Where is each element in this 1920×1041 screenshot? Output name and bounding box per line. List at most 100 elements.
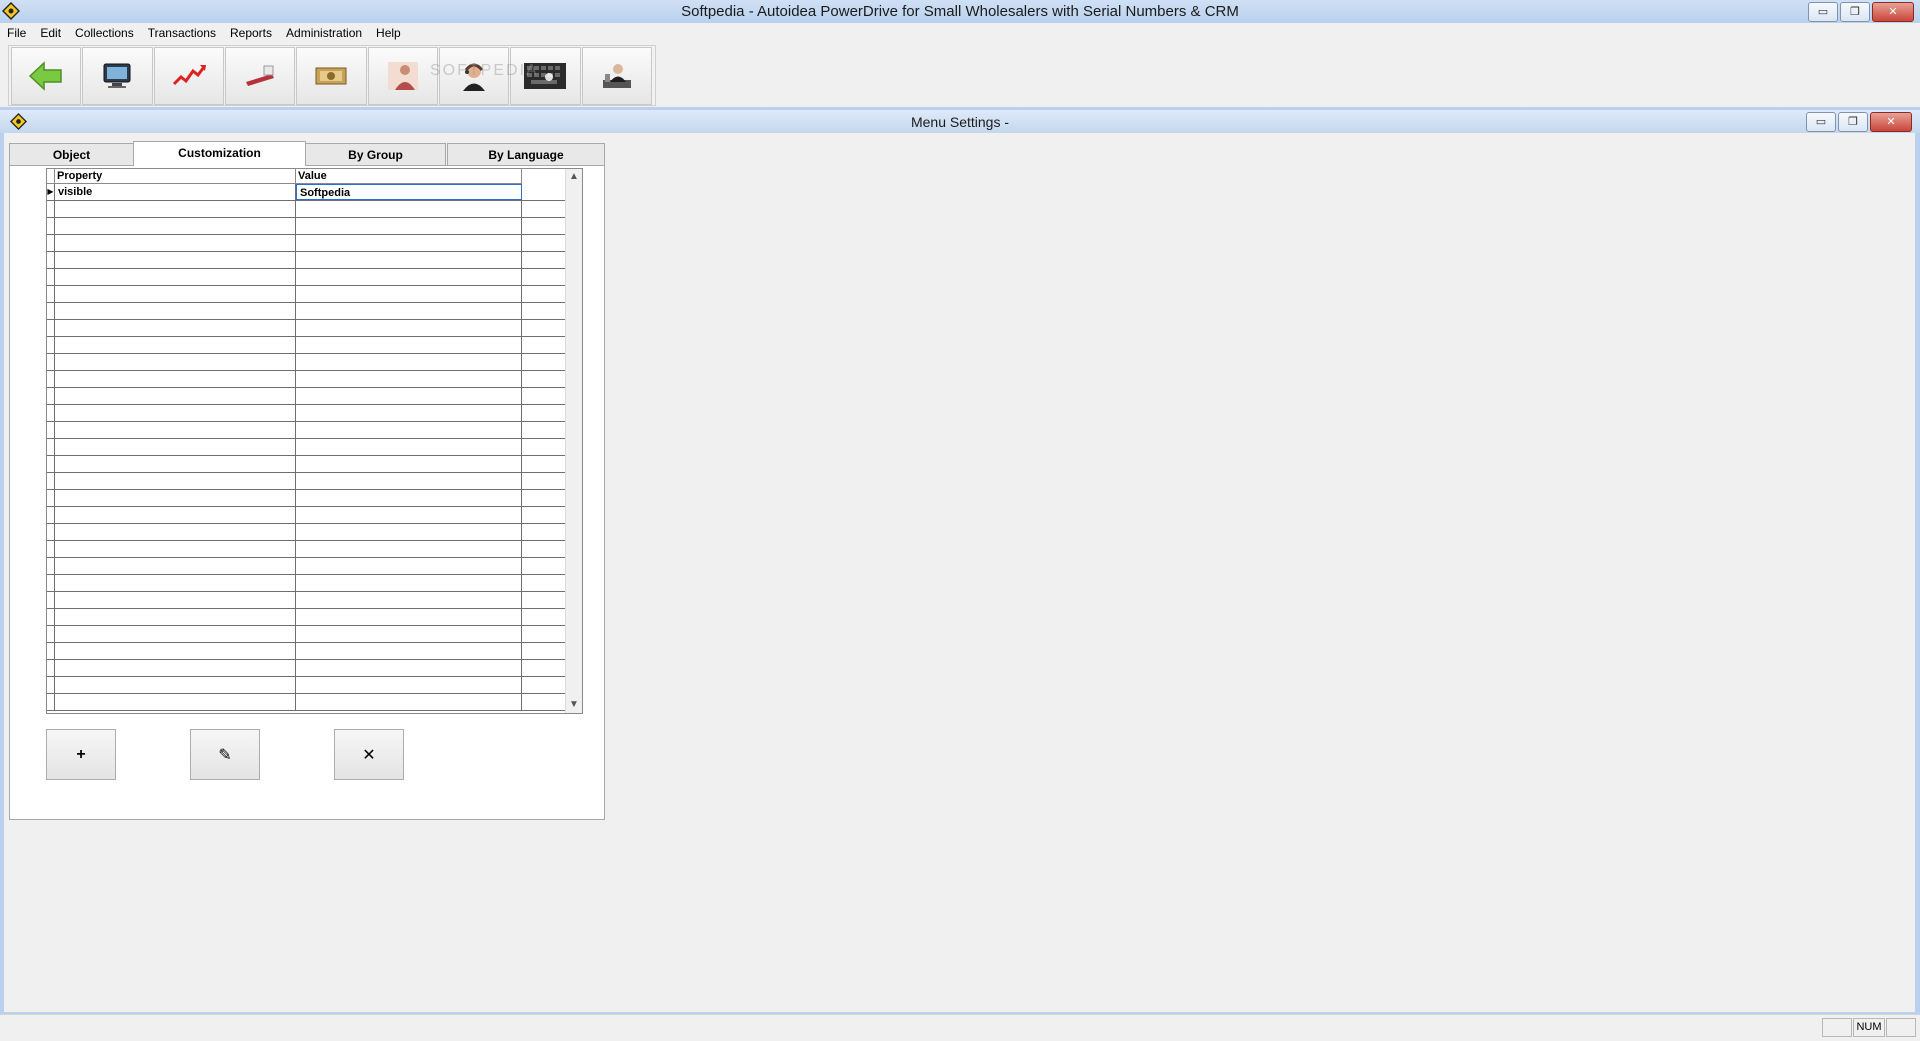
table-row[interactable] xyxy=(47,286,567,303)
cell-extra[interactable] xyxy=(522,524,567,540)
cell-property[interactable] xyxy=(55,303,296,319)
cell-value[interactable] xyxy=(296,609,522,625)
cell-extra[interactable] xyxy=(522,422,567,438)
cell-property[interactable] xyxy=(55,507,296,523)
cell-extra[interactable] xyxy=(522,456,567,472)
table-row[interactable] xyxy=(47,575,567,592)
close-button[interactable]: ✕ xyxy=(1872,2,1914,22)
menu-edit[interactable]: Edit xyxy=(33,26,68,40)
cell-value[interactable] xyxy=(296,201,522,217)
cell-property[interactable] xyxy=(55,643,296,659)
cell-value[interactable] xyxy=(296,320,522,336)
cell-property[interactable] xyxy=(55,252,296,268)
toolbar-back-button[interactable] xyxy=(11,47,82,105)
cell-property[interactable] xyxy=(55,337,296,353)
table-row[interactable] xyxy=(47,303,567,320)
cell-extra[interactable] xyxy=(522,320,567,336)
table-row[interactable] xyxy=(47,218,567,235)
child-minimize-button[interactable]: ▭ xyxy=(1806,112,1836,132)
table-row[interactable] xyxy=(47,320,567,337)
cell-property[interactable] xyxy=(55,524,296,540)
table-row[interactable] xyxy=(47,269,567,286)
cell-property[interactable] xyxy=(55,218,296,234)
cell-property[interactable] xyxy=(55,388,296,404)
cell-property[interactable] xyxy=(55,660,296,676)
cell-extra[interactable] xyxy=(522,252,567,268)
cell-value[interactable] xyxy=(296,677,522,693)
cell-extra[interactable] xyxy=(522,371,567,387)
cell-extra[interactable] xyxy=(522,201,567,217)
cell-value[interactable] xyxy=(296,337,522,353)
cell-value[interactable] xyxy=(296,303,522,319)
table-row[interactable] xyxy=(47,201,567,218)
cell-value[interactable] xyxy=(296,660,522,676)
tab-by-group[interactable]: By Group xyxy=(305,143,446,165)
cell-extra[interactable] xyxy=(522,388,567,404)
cell-extra[interactable] xyxy=(522,235,567,251)
minimize-button[interactable]: ▭ xyxy=(1808,2,1838,22)
cell-extra[interactable] xyxy=(522,303,567,319)
toolbar-businessman-button[interactable] xyxy=(581,47,652,105)
scroll-down-icon[interactable]: ▼ xyxy=(566,697,582,713)
cell-extra[interactable] xyxy=(522,439,567,455)
menu-transactions[interactable]: Transactions xyxy=(141,26,223,40)
cell-property[interactable] xyxy=(55,439,296,455)
cell-extra[interactable] xyxy=(522,694,567,710)
cell-value[interactable] xyxy=(296,354,522,370)
cell-extra[interactable] xyxy=(522,269,567,285)
table-row[interactable] xyxy=(47,609,567,626)
menu-reports[interactable]: Reports xyxy=(223,26,279,40)
cell-value[interactable] xyxy=(296,490,522,506)
column-header-property[interactable]: Property xyxy=(55,169,296,184)
table-row[interactable] xyxy=(47,558,567,575)
toolbar-support-button[interactable] xyxy=(438,47,510,105)
cell-value[interactable] xyxy=(296,405,522,421)
tab-object[interactable]: Object xyxy=(9,143,134,165)
property-grid[interactable]: Property Value ▶ visible Softpedia ▲ ▼ xyxy=(46,168,583,714)
menu-administration[interactable]: Administration xyxy=(279,26,369,40)
cell-value[interactable] xyxy=(296,456,522,472)
cell-property[interactable] xyxy=(55,269,296,285)
cell-value[interactable] xyxy=(296,439,522,455)
cell-property[interactable] xyxy=(55,575,296,591)
table-row[interactable] xyxy=(47,677,567,694)
child-close-button[interactable]: ✕ xyxy=(1870,112,1912,132)
cell-value[interactable] xyxy=(296,422,522,438)
cell-property[interactable] xyxy=(55,609,296,625)
cell-extra[interactable] xyxy=(522,507,567,523)
table-row[interactable] xyxy=(47,507,567,524)
cell-property[interactable] xyxy=(55,354,296,370)
cell-extra[interactable] xyxy=(522,677,567,693)
restore-button[interactable]: ❐ xyxy=(1840,2,1870,22)
cell-value[interactable] xyxy=(296,252,522,268)
cell-extra[interactable] xyxy=(522,643,567,659)
cell-extra[interactable] xyxy=(522,558,567,574)
toolbar-money-button[interactable] xyxy=(296,47,367,105)
cell-property[interactable] xyxy=(55,694,296,710)
cell-extra[interactable] xyxy=(522,473,567,489)
cell-property[interactable] xyxy=(55,320,296,336)
table-row[interactable] xyxy=(47,592,567,609)
table-row[interactable] xyxy=(47,405,567,422)
table-row[interactable] xyxy=(47,388,567,405)
cell-value[interactable]: Softpedia xyxy=(296,184,522,200)
table-row[interactable] xyxy=(47,337,567,354)
cell-property[interactable] xyxy=(55,456,296,472)
cell-value[interactable] xyxy=(296,507,522,523)
cell-value[interactable] xyxy=(296,524,522,540)
menu-file[interactable]: File xyxy=(0,26,33,40)
toolbar-person-button[interactable] xyxy=(367,47,438,105)
toolbar-monitor-button[interactable] xyxy=(82,47,153,105)
toolbar-stapler-button[interactable] xyxy=(224,47,296,105)
table-row[interactable] xyxy=(47,490,567,507)
cell-property[interactable]: visible xyxy=(55,184,296,200)
cell-value[interactable] xyxy=(296,235,522,251)
edit-row-button[interactable]: ✎ xyxy=(190,729,260,780)
child-title-bar[interactable]: Menu Settings - ▭ ❐ ✕ xyxy=(0,110,1920,133)
toolbar-keyboard-button[interactable] xyxy=(510,47,581,105)
cell-extra[interactable] xyxy=(522,575,567,591)
table-row[interactable] xyxy=(47,354,567,371)
table-row[interactable] xyxy=(47,235,567,252)
child-restore-button[interactable]: ❐ xyxy=(1838,112,1868,132)
cell-extra[interactable] xyxy=(522,490,567,506)
